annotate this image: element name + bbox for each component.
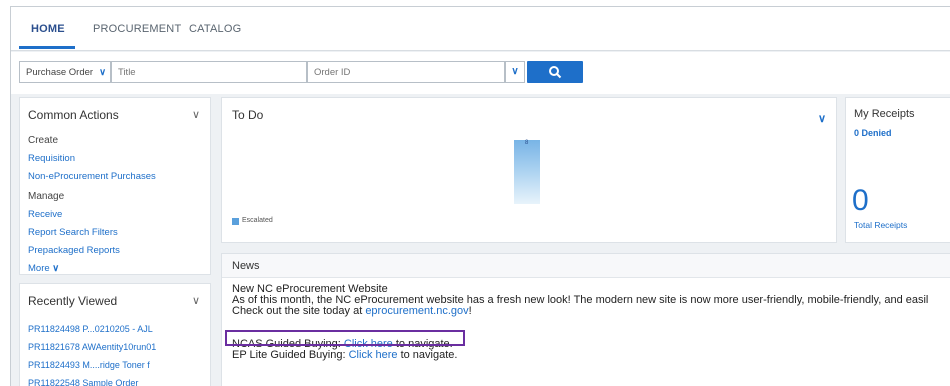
order-id-dropdown-icon[interactable]: ∨ [505,61,525,83]
chevron-down-icon[interactable]: ∨ [192,294,200,307]
denied-receipts-link[interactable]: 0 Denied [854,128,892,138]
create-header: Create [28,135,59,146]
receive-link[interactable]: Receive [28,206,156,224]
todo-card: To Do ∨ 8 Escalated [221,97,837,243]
highlight-box [225,330,465,346]
tab-procurement[interactable]: PROCUREMENT [93,23,181,35]
my-receipts-card: My Receipts 0 Denied 0 Total Receipts [845,97,950,243]
receipts-title: My Receipts [854,108,915,120]
more-link[interactable]: More ∨ [28,260,156,278]
recently-viewed-card: Recently Viewed ∨ PR11824498 P...0210205… [19,283,211,386]
recent-item[interactable]: PR11824498 P...0210205 - AJL [28,320,156,338]
app-frame: HOME PROCUREMENT CATALOG Purchase Order ∨… [10,6,950,386]
tab-catalog[interactable]: CATALOG [189,23,241,35]
news-body: New NC eProcurement Website As of this m… [232,284,928,361]
report-search-filters-link[interactable]: Report Search Filters [28,224,156,242]
legend-label: Escalated [242,217,273,224]
recently-viewed-title: Recently Viewed [28,294,118,308]
legend-swatch [232,218,239,225]
chevron-down-icon: ∨ [99,67,107,78]
ep-lite-click-here-link[interactable]: Click here [349,349,398,361]
recent-item[interactable]: PR11822548 Sample Order [28,374,156,386]
tab-home[interactable]: HOME [31,23,65,35]
search-icon [549,66,562,79]
order-id-input[interactable] [307,61,505,83]
recent-item[interactable]: PR11821678 AWAentity10run01 [28,338,156,356]
common-actions-card: Common Actions ∨ Create Requisition Non-… [19,97,211,275]
non-eprocurement-purchases-link[interactable]: Non-eProcurement Purchases [28,168,156,186]
chevron-down-icon[interactable]: ∨ [192,108,200,121]
manage-header: Manage [28,191,65,202]
prepackaged-reports-link[interactable]: Prepackaged Reports [28,242,156,260]
escalated-bar[interactable] [514,140,540,204]
chevron-down-icon[interactable]: ∨ [818,112,826,125]
requisition-link[interactable]: Requisition [28,150,156,168]
recent-item[interactable]: PR11824493 M....ridge Toner f [28,356,156,374]
ep-lite-guided-buying-line: EP Lite Guided Buying: Click here to nav… [232,349,458,361]
news-card: News New NC eProcurement Website As of t… [221,253,950,386]
eprocurement-site-link[interactable]: eprocurement.nc.gov [365,305,468,317]
todo-title: To Do [232,108,264,122]
chevron-down-icon: ∨ [52,263,60,274]
search-button[interactable] [527,61,583,83]
title-search-input[interactable] [111,61,307,83]
active-tab-indicator [19,46,75,49]
total-receipts-count[interactable]: 0 [852,186,869,216]
document-type-value: Purchase Order [26,67,94,78]
news-text: Check out the site today at eprocurement… [232,305,472,317]
document-type-select[interactable]: Purchase Order ∨ [19,61,111,83]
common-actions-title: Common Actions [28,108,119,122]
search-bar: Purchase Order ∨ ∨ [11,52,950,94]
news-title: News [232,260,260,272]
total-receipts-label[interactable]: Total Receipts [854,220,907,230]
tab-bar: HOME PROCUREMENT CATALOG [11,7,950,51]
news-header: News [222,254,950,278]
bar-value-label: 8 [525,140,529,146]
more-label: More [28,263,50,274]
